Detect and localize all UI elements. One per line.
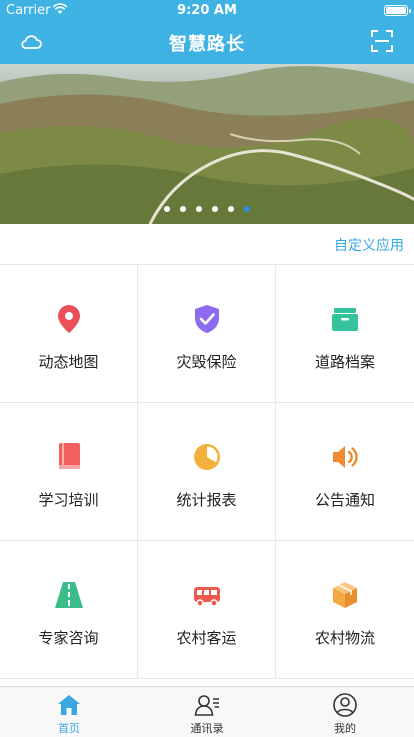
carousel-dots[interactable]: [0, 206, 414, 212]
app-tile[interactable]: 灾毁保险: [138, 265, 276, 403]
tab-home[interactable]: 首页: [0, 687, 138, 737]
tab-profile[interactable]: 我的: [276, 687, 414, 737]
battery-icon: [384, 5, 411, 16]
home-icon: [56, 693, 82, 717]
app-tile-label: 道路档案: [314, 353, 375, 371]
app-tile[interactable]: 统计报表: [138, 403, 276, 541]
app-tile-label: 统计报表: [176, 491, 237, 509]
carousel-dot[interactable]: [228, 206, 234, 212]
carousel-dot[interactable]: [196, 206, 202, 212]
bus-icon: [192, 579, 222, 611]
tab-label: 通讯录: [190, 722, 224, 735]
app-tile-label: 农村客运: [176, 629, 237, 647]
app-tile[interactable]: 公告通知: [276, 403, 414, 541]
speaker-icon: [330, 441, 360, 473]
tab-contacts[interactable]: 通讯录: [138, 687, 276, 737]
custom-app-row: 自定义应用: [0, 224, 414, 265]
banner-carousel[interactable]: [0, 64, 414, 224]
app-tile-label: 灾毁保险: [176, 353, 237, 371]
tab-label: 我的: [334, 722, 356, 735]
banner-image: [0, 66, 414, 224]
app-tile-label: 公告通知: [314, 491, 375, 509]
package-icon: [330, 579, 360, 611]
status-bar: Carrier 9:20 AM: [0, 0, 414, 20]
carousel-dot[interactable]: [164, 206, 170, 212]
book-icon: [54, 441, 84, 473]
app-tile-label: 专家咨询: [38, 629, 99, 647]
app-tile[interactable]: 学习培训: [0, 403, 138, 541]
app-tile-label: 学习培训: [38, 491, 99, 509]
tab-label: 首页: [58, 722, 80, 735]
profile-icon: [332, 693, 358, 717]
app-tile[interactable]: 专家咨询: [0, 541, 138, 679]
carousel-dot[interactable]: [212, 206, 218, 212]
app-tile-label: 动态地图: [38, 353, 99, 371]
road-icon: [54, 579, 84, 611]
app-tile[interactable]: 动态地图: [0, 265, 138, 403]
archive-box-icon: [330, 303, 360, 335]
status-time: 9:20 AM: [177, 3, 237, 18]
pie-chart-icon: [192, 441, 222, 473]
page-title: 智慧路长: [169, 34, 245, 55]
custom-app-link[interactable]: 自定义应用: [334, 235, 404, 255]
shield-check-icon: [192, 303, 222, 335]
app-tile[interactable]: 道路档案: [276, 265, 414, 403]
app-tile[interactable]: 农村物流: [276, 541, 414, 679]
app-tile[interactable]: 农村客运: [138, 541, 276, 679]
nav-bar: 智慧路长: [0, 20, 414, 64]
carousel-dot[interactable]: [180, 206, 186, 212]
app-tile-label: 农村物流: [314, 629, 375, 647]
scan-icon[interactable]: [370, 29, 394, 53]
tab-bar: 首页 通讯录 我的: [0, 686, 414, 737]
map-pin-icon: [54, 303, 84, 335]
contacts-icon: [194, 693, 220, 717]
carousel-dot[interactable]: [244, 206, 250, 212]
